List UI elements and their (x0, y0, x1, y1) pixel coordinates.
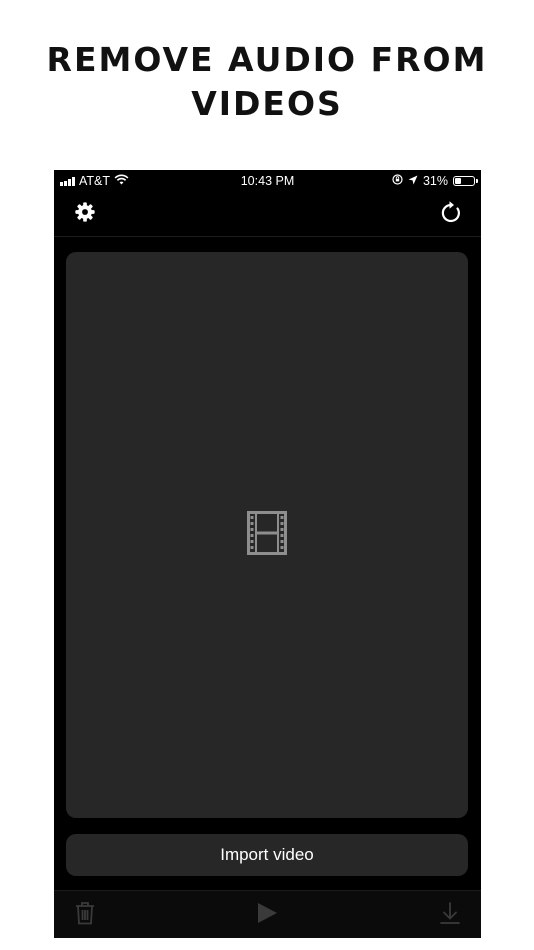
orientation-lock-icon (392, 174, 403, 188)
marketing-headline: REMOVE AUDIO FROM VIDEOS (0, 38, 534, 126)
nav-bar (54, 192, 481, 237)
refresh-icon (440, 200, 462, 229)
video-preview[interactable] (66, 252, 468, 818)
status-bar: AT&T 10:43 PM 31% (54, 170, 481, 192)
bottom-toolbar (54, 890, 481, 938)
delete-button[interactable] (72, 901, 98, 930)
settings-button[interactable] (71, 200, 99, 228)
film-icon (247, 510, 287, 560)
play-icon (255, 901, 279, 930)
battery-icon (453, 176, 478, 186)
page: REMOVE AUDIO FROM VIDEOS AT&T 10:43 PM 3… (0, 0, 534, 950)
download-button[interactable] (437, 901, 463, 930)
import-video-button[interactable]: Import video (66, 834, 468, 876)
battery-percent: 31% (422, 174, 448, 188)
trash-icon (74, 901, 96, 930)
gear-icon (74, 201, 96, 228)
headline-line-1: REMOVE AUDIO FROM (46, 40, 488, 79)
import-video-label: Import video (220, 845, 314, 864)
phone-screen: AT&T 10:43 PM 31% Import video (54, 170, 481, 938)
headline-line-2: VIDEOS (191, 84, 343, 123)
location-icon (408, 174, 418, 188)
status-right: 31% (392, 174, 478, 188)
refresh-button[interactable] (437, 200, 465, 228)
download-icon (439, 901, 461, 930)
play-button[interactable] (254, 902, 280, 928)
